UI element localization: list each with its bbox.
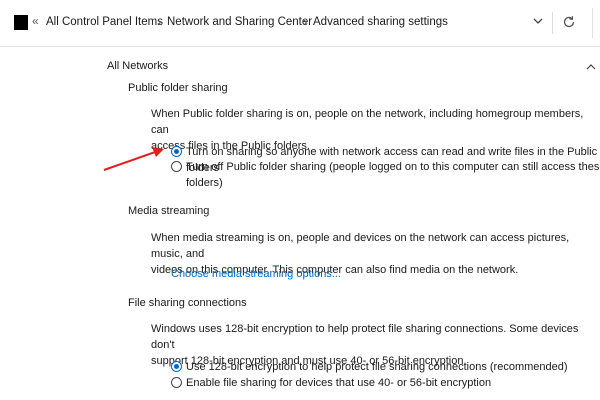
radio-button[interactable] xyxy=(171,161,182,172)
description-line: When Public folder sharing is on, people… xyxy=(151,108,584,136)
chevron-up-icon[interactable] xyxy=(585,63,597,71)
breadcrumb-item-network-and-sharing-center[interactable]: Network and Sharing Center xyxy=(167,16,312,28)
breadcrumb-separator[interactable]: › xyxy=(303,14,307,29)
encryption-40-56-label[interactable]: Enable file sharing for devices that use… xyxy=(186,376,600,392)
section-title-all-networks[interactable]: All Networks xyxy=(107,60,168,72)
encryption-128-label[interactable]: Use 128-bit encryption to help protect f… xyxy=(186,360,600,376)
public-folder-sharing-heading: Public folder sharing xyxy=(128,82,228,94)
breadcrumb-item-advanced-sharing-settings[interactable]: Advanced sharing settings xyxy=(313,16,448,28)
breadcrumb-item-all-control-panel-items[interactable]: All Control Panel Items xyxy=(46,16,163,28)
red-arrow-annotation xyxy=(103,147,164,171)
address-bar[interactable]: « All Control Panel Items › Network and … xyxy=(0,0,600,47)
radio-button-selected[interactable] xyxy=(171,146,182,157)
public-sharing-off-label[interactable]: Turn off Public folder sharing (people l… xyxy=(186,160,600,191)
breadcrumb-overflow-icon[interactable]: « xyxy=(32,14,39,28)
radio-button[interactable] xyxy=(171,377,182,388)
divider xyxy=(592,8,593,38)
control-panel-icon xyxy=(14,15,28,30)
media-streaming-heading: Media streaming xyxy=(128,205,210,217)
radio-button-selected[interactable] xyxy=(171,361,182,372)
chevron-down-icon[interactable] xyxy=(530,13,546,29)
breadcrumb-separator[interactable]: › xyxy=(157,14,161,29)
description-line: Windows uses 128-bit encryption to help … xyxy=(151,323,579,351)
file-sharing-connections-heading: File sharing connections xyxy=(128,297,247,309)
description-line: When media streaming is on, people and d… xyxy=(151,232,570,260)
divider xyxy=(552,12,553,34)
refresh-icon[interactable] xyxy=(561,14,577,30)
choose-media-streaming-options-link[interactable]: Choose media streaming options... xyxy=(171,268,341,280)
